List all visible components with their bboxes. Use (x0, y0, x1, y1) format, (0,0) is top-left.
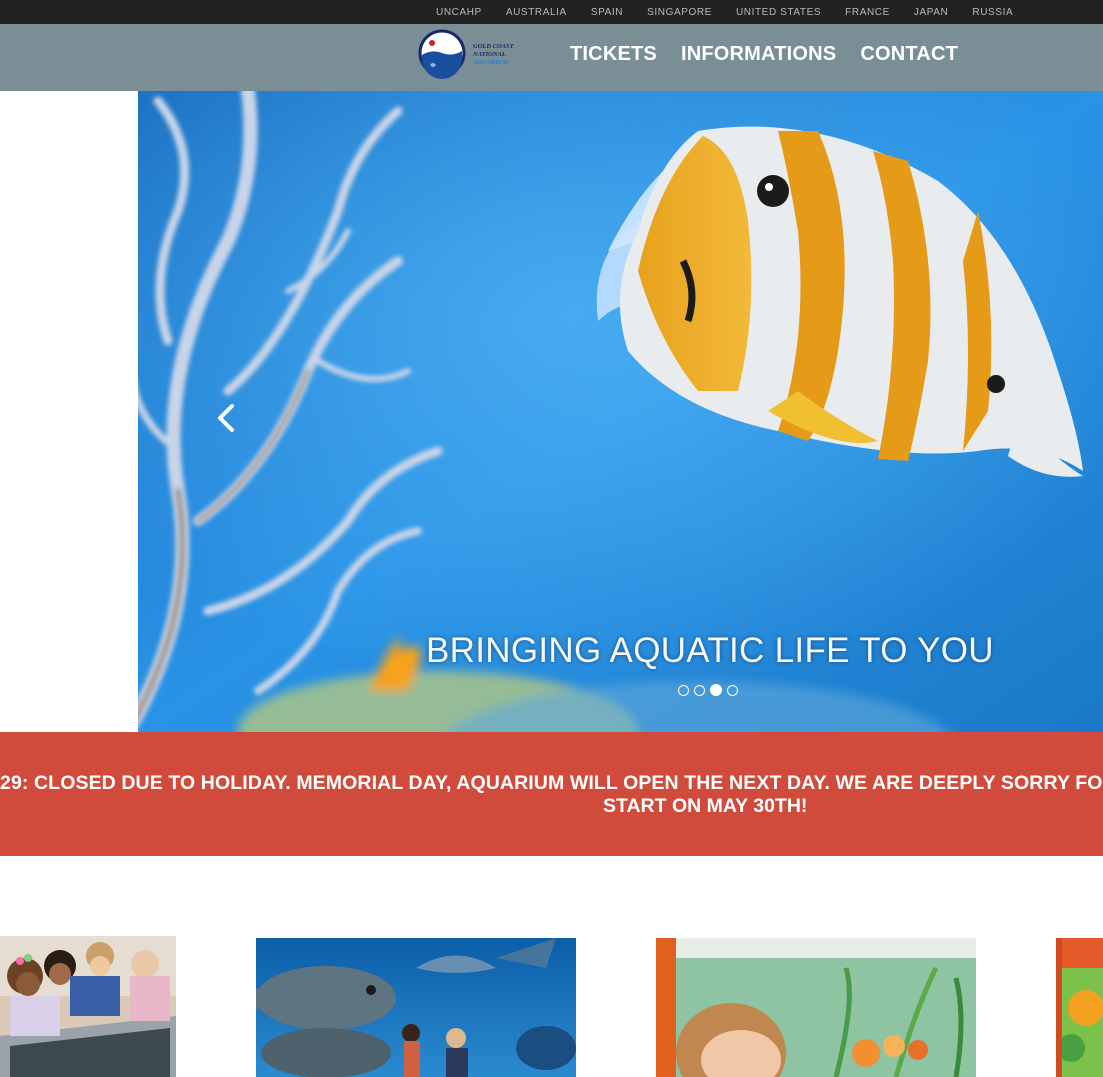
country-link-singapore[interactable]: SINGAPORE (647, 7, 712, 18)
logo-line-3: AQUARIUM (473, 59, 509, 66)
logo-line-1: GOLD COAST (473, 43, 514, 50)
country-link-france[interactable]: FRANCE (845, 7, 890, 18)
reef-image (1056, 938, 1103, 1077)
carousel-dot-3[interactable] (710, 684, 722, 696)
country-link-spain[interactable]: SPAIN (591, 7, 623, 18)
country-link-russia[interactable]: RUSSIA (972, 7, 1013, 18)
main-nav: TICKETS INFORMATIONS CONTACT (570, 24, 982, 84)
country-link-japan[interactable]: JAPAN (914, 7, 949, 18)
carousel-dot-2[interactable] (694, 685, 705, 696)
notice-line-2: START ON MAY 30TH! (603, 795, 808, 817)
carousel-prev-button[interactable] (214, 403, 238, 433)
thumbnail-big-tank[interactable] (256, 938, 576, 1077)
kids-touch-pool-image (0, 936, 176, 1077)
nav-tickets[interactable]: TICKETS (570, 43, 657, 66)
big-tank-image (256, 938, 576, 1077)
carousel-indicators (678, 684, 743, 696)
site-header: GOLD COAST NATIONAL AQUARIUM TICKETS INF… (0, 24, 1103, 91)
country-links: UNCAHP AUSTRALIA SPAIN SINGAPORE UNITED … (424, 0, 1025, 24)
carousel-dot-4[interactable] (727, 685, 738, 696)
notice-line-1: 29: CLOSED DUE TO HOLIDAY. MEMORIAL DAY,… (0, 772, 1103, 794)
logo-text: GOLD COAST NATIONAL AQUARIUM (473, 43, 514, 67)
country-bar: UNCAHP AUSTRALIA SPAIN SINGAPORE UNITED … (0, 0, 1103, 24)
logo-line-2: NATIONAL (473, 51, 506, 58)
country-link-united-states[interactable]: UNITED STATES (736, 7, 821, 18)
hero-carousel: BRINGING AQUATIC LIFE TO YOU (138, 91, 1103, 732)
nav-informations[interactable]: INFORMATIONS (681, 43, 836, 66)
child-aquarium-image (656, 938, 976, 1077)
logo-emblem-icon (418, 29, 466, 79)
thumbnail-kids-touch-pool[interactable] (0, 936, 176, 1077)
site-logo[interactable]: GOLD COAST NATIONAL AQUARIUM (418, 29, 530, 79)
nav-contact[interactable]: CONTACT (860, 43, 958, 66)
country-link-uncahp[interactable]: UNCAHP (436, 7, 482, 18)
holiday-notice-banner: 29: CLOSED DUE TO HOLIDAY. MEMORIAL DAY,… (0, 732, 1103, 856)
thumbnail-child-aquarium[interactable] (656, 938, 976, 1077)
chevron-left-icon (218, 404, 234, 432)
thumbnail-reef[interactable] (1056, 938, 1103, 1077)
carousel-caption: BRINGING AQUATIC LIFE TO YOU (426, 631, 994, 670)
country-link-australia[interactable]: AUSTRALIA (506, 7, 567, 18)
carousel-dot-1[interactable] (678, 685, 689, 696)
